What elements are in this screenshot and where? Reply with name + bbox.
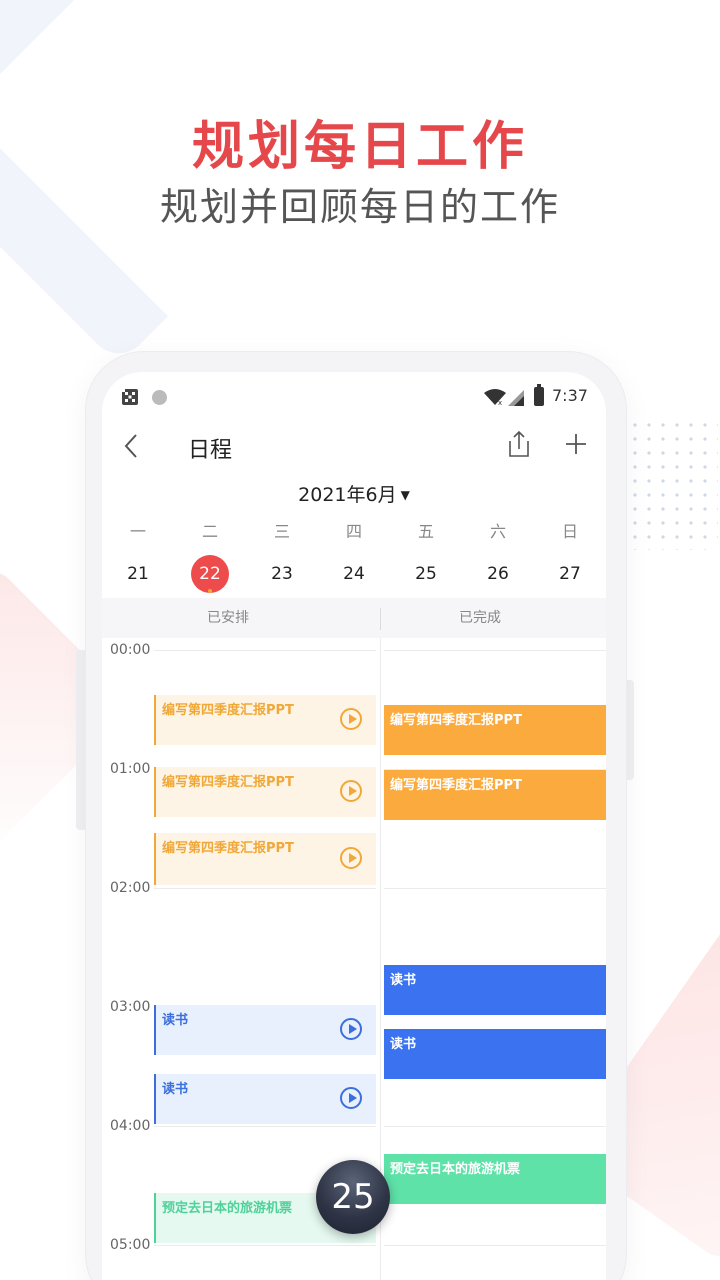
weekday-label: 三 [273,522,290,541]
hour-label: 04:00 [110,1118,151,1134]
hour-label: 00:00 [110,642,151,658]
weekday-label: 五 [417,522,434,541]
app-header: 日程 [102,424,606,468]
event-title: 预定去日本的旅游机票 [390,1162,521,1177]
date-cell[interactable]: 24 [318,554,390,594]
background-dot-grid [628,418,718,550]
column-divider [380,608,381,630]
play-icon[interactable] [340,1018,362,1040]
completed-event[interactable]: 预定去日本的旅游机票 [384,1154,606,1204]
hour-label: 03:00 [110,999,151,1015]
play-icon[interactable] [340,1087,362,1109]
date-cell[interactable]: 23 [246,554,318,594]
date-cell-selected[interactable]: 22 [174,554,246,594]
date-cell[interactable]: 21 [102,554,174,594]
signal-icon [508,390,524,406]
weekday-label: 二 [201,522,218,541]
status-bar: x 7:37 [102,382,606,412]
event-title: 预定去日本的旅游机票 [162,1201,293,1216]
hour-gridline [384,888,606,889]
planned-event[interactable]: 编写第四季度汇报PPT [154,767,376,817]
date-cell[interactable]: 25 [390,554,462,594]
event-title: 读书 [390,1037,417,1052]
weekday-label: 日 [561,522,578,541]
date-cell[interactable]: 26 [462,554,534,594]
battery-icon [534,384,544,406]
floating-avatar-button[interactable]: 25 [316,1160,390,1234]
phone-side-button-left [76,650,86,830]
month-selector[interactable]: 2021年6月 ▼ [102,480,606,507]
completed-column-header: 已完成 [459,610,501,626]
date-row: 21 22 23 24 25 26 27 [102,554,606,594]
play-icon[interactable] [340,708,362,730]
planned-event[interactable]: 读书 [154,1005,376,1055]
hour-label: 05:00 [110,1237,151,1253]
month-label: 2021年6月 [298,484,397,506]
hour-gridline [154,1126,376,1127]
promo-subheadline: 规划并回顾每日的工作 [159,185,560,229]
hour-gridline [384,1245,606,1246]
completed-event[interactable]: 编写第四季度汇报PPT [384,770,606,820]
notification-dot-icon [152,390,167,405]
weekday-row: 一 二 三 四 五 六 日 [102,518,606,542]
hour-gridline [384,650,606,651]
caret-down-icon: ▼ [400,488,410,502]
page-title: 日程 [188,438,233,463]
event-title: 读书 [162,1013,189,1028]
hour-gridline [384,1126,606,1127]
weekday-label: 一 [129,522,146,541]
play-icon[interactable] [340,780,362,802]
dice-app-icon [122,389,138,405]
hour-label: 01:00 [110,761,151,777]
play-icon[interactable] [340,847,362,869]
planned-column-header: 已安排 [207,610,249,626]
phone-side-button-right [626,680,634,780]
column-headers: 已安排 已完成 [102,598,606,638]
hour-gridline [154,888,376,889]
hour-label: 02:00 [110,880,151,896]
event-title: 读书 [390,973,417,988]
promo-headline: 规划每日工作 [191,117,528,177]
hour-gridline [154,1245,376,1246]
svg-text:x: x [498,399,502,406]
wifi-icon: x [484,389,506,406]
hour-gridline [154,650,376,651]
add-icon[interactable] [564,432,588,456]
status-time: 7:37 [552,386,588,405]
completed-event[interactable]: 编写第四季度汇报PPT [384,705,606,755]
back-arrow-icon[interactable] [120,432,144,460]
event-title: 编写第四季度汇报PPT [162,703,294,718]
planned-event[interactable]: 编写第四季度汇报PPT [154,695,376,745]
event-title: 编写第四季度汇报PPT [162,841,294,856]
event-title: 编写第四季度汇报PPT [390,778,522,793]
completed-event[interactable]: 读书 [384,1029,606,1079]
event-title: 编写第四季度汇报PPT [390,713,522,728]
event-title: 读书 [162,1082,189,1097]
phone-screen: x 7:37 日程 2021年6月 ▼ 一 二 三 四 五 六 日 21 22 … [102,372,606,1280]
weekday-label: 四 [345,522,362,541]
planned-event[interactable]: 编写第四季度汇报PPT [154,833,376,885]
date-cell[interactable]: 27 [534,554,606,594]
weekday-label: 六 [489,522,506,541]
event-title: 编写第四季度汇报PPT [162,775,294,790]
share-icon[interactable] [508,430,530,458]
planned-event[interactable]: 读书 [154,1074,376,1124]
completed-event[interactable]: 读书 [384,965,606,1015]
